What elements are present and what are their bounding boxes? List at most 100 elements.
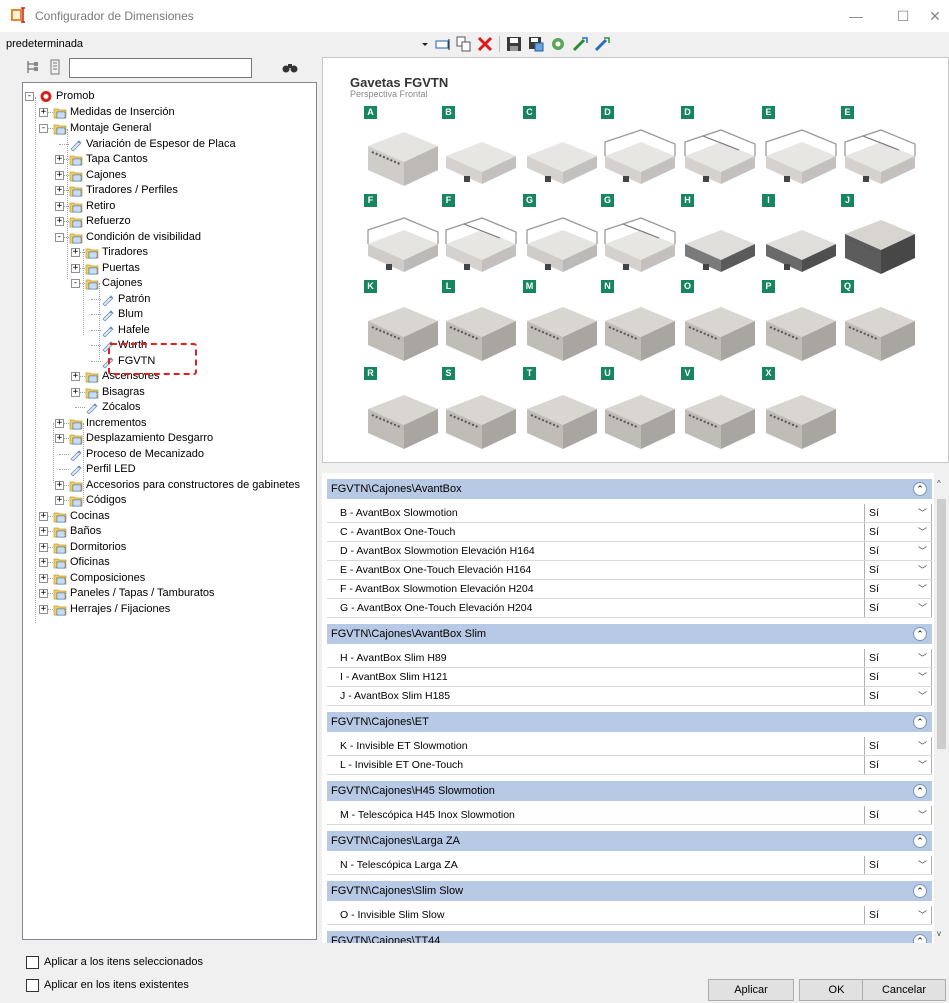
property-value-select[interactable]: Sí ﹀	[864, 737, 932, 755]
property-group-header[interactable]: FGVTN\Cajones\AvantBox Slim ⌃	[327, 624, 932, 644]
dropdown-arrow-icon[interactable]	[420, 35, 430, 53]
property-group-header[interactable]: FGVTN\Cajones\Larga ZA ⌃	[327, 831, 932, 851]
property-group-header[interactable]: FGVTN\Cajones\ET ⌃	[327, 712, 932, 732]
scrollbar-thumb[interactable]	[937, 499, 946, 749]
apply-existing-label: Aplicar en los itens existentes	[44, 979, 189, 991]
maximize-button[interactable]: ☐	[880, 0, 926, 32]
expand-node-button[interactable]: +	[39, 589, 48, 598]
property-label: H - AvantBox Slim H89	[340, 652, 447, 664]
property-value-select[interactable]: Sí ﹀	[864, 504, 932, 522]
expand-node-button[interactable]: +	[55, 481, 64, 490]
chevron-down-icon[interactable]: ﹀	[918, 737, 927, 755]
expand-node-button[interactable]: +	[39, 527, 48, 536]
properties-grid: FGVTN\Cajones\AvantBox ⌃ B - AvantBox Slow…	[322, 473, 949, 943]
drawer-tag: E	[762, 106, 775, 119]
chevron-down-icon[interactable]: ﹀	[918, 523, 927, 541]
expand-node-button[interactable]: +	[39, 512, 48, 521]
collapse-all-icon[interactable]	[26, 59, 40, 75]
expand-node-button[interactable]: +	[71, 372, 80, 381]
chevron-down-icon[interactable]: ﹀	[918, 599, 927, 617]
expand-node-button[interactable]: +	[39, 543, 48, 552]
expand-node-button[interactable]: +	[71, 388, 80, 397]
chevron-down-icon[interactable]: ﹀	[918, 856, 927, 874]
tree-search-input[interactable]	[69, 58, 252, 78]
property-value-select[interactable]: Sí ﹀	[864, 668, 932, 686]
folder-icon	[85, 388, 99, 399]
properties-scrollbar[interactable]: ^ v	[934, 473, 949, 943]
drawer-image	[685, 307, 755, 361]
expand-node-button[interactable]: +	[55, 419, 64, 428]
binoculars-icon[interactable]	[282, 59, 298, 75]
folder-icon	[53, 124, 67, 135]
property-value-select[interactable]: Sí ﹀	[864, 599, 932, 617]
chevron-down-icon[interactable]: ﹀	[918, 649, 927, 667]
chevron-down-icon[interactable]: ﹀	[918, 906, 927, 924]
property-value-select[interactable]: Sí ﹀	[864, 580, 932, 598]
settings-icon[interactable]	[549, 35, 567, 53]
property-value-select[interactable]: Sí ﹀	[864, 806, 932, 824]
expand-node-button[interactable]: +	[55, 496, 64, 505]
property-value-select[interactable]: Sí ﹀	[864, 756, 932, 774]
chevron-down-icon[interactable]: ﹀	[918, 580, 927, 598]
chevron-down-icon[interactable]: ﹀	[918, 668, 927, 686]
import-icon[interactable]	[571, 35, 589, 53]
chevron-down-icon[interactable]: ﹀	[918, 542, 927, 560]
property-group-header[interactable]: FGVTN\Cajones\AvantBox ⌃	[327, 479, 932, 499]
chevron-down-icon[interactable]: ﹀	[918, 504, 927, 522]
collapse-group-icon[interactable]: ⌃	[913, 784, 927, 798]
drawer-tag: C	[523, 106, 536, 119]
expand-all-icon[interactable]	[48, 59, 62, 75]
chevron-down-icon[interactable]: ﹀	[918, 561, 927, 579]
property-group-header[interactable]: FGVTN\Cajones\H45 Slowmotion ⌃	[327, 781, 932, 801]
save-icon[interactable]	[505, 35, 523, 53]
rename-profile-icon[interactable]	[434, 35, 452, 53]
collapse-group-icon[interactable]: ⌃	[913, 884, 927, 898]
expand-node-button[interactable]: +	[71, 248, 80, 257]
collapse-node-button[interactable]: -	[39, 124, 48, 133]
cancel-button[interactable]: Cancelar	[862, 979, 946, 1001]
expand-node-button[interactable]: +	[55, 202, 64, 211]
collapse-group-icon[interactable]: ⌃	[913, 715, 927, 729]
property-group-header[interactable]: FGVTN\Cajones\Slim Slow ⌃	[327, 881, 932, 901]
property-value-select[interactable]: Sí ﹀	[864, 561, 932, 579]
category-tree[interactable]: - Promob + Medidas de Inserción - Montaje Gen…	[22, 82, 317, 940]
collapse-group-icon[interactable]: ⌃	[913, 482, 927, 496]
property-value-select[interactable]: Sí ﹀	[864, 856, 932, 874]
collapse-node-button[interactable]: -	[25, 92, 34, 101]
property-value-select[interactable]: Sí ﹀	[864, 687, 932, 705]
collapse-group-icon[interactable]: ⌃	[913, 627, 927, 641]
collapse-node-button[interactable]: -	[55, 233, 64, 242]
save-as-icon[interactable]	[527, 35, 545, 53]
collapse-group-icon[interactable]: ⌃	[913, 834, 927, 848]
folder-icon	[69, 171, 83, 182]
expand-node-button[interactable]: +	[39, 605, 48, 614]
property-value-select[interactable]: Sí ﹀	[864, 906, 932, 924]
expand-node-button[interactable]: +	[71, 264, 80, 273]
export-icon[interactable]	[593, 35, 611, 53]
chevron-down-icon[interactable]: ﹀	[918, 756, 927, 774]
apply-selected-checkbox[interactable]	[26, 956, 39, 969]
minimize-button[interactable]: —	[833, 0, 879, 32]
chevron-down-icon[interactable]: ﹀	[918, 806, 927, 824]
property-value-select[interactable]: Sí ﹀	[864, 542, 932, 560]
apply-existing-checkbox[interactable]	[26, 979, 39, 992]
property-value-select[interactable]: Sí ﹀	[864, 523, 932, 541]
expand-node-button[interactable]: +	[39, 108, 48, 117]
property-value-select[interactable]: Sí ﹀	[864, 649, 932, 667]
expand-node-button[interactable]: +	[55, 217, 64, 226]
close-button[interactable]: ✕	[921, 0, 949, 32]
expand-node-button[interactable]: +	[39, 574, 48, 583]
chevron-down-icon[interactable]: ﹀	[918, 687, 927, 705]
expand-node-button[interactable]: +	[55, 155, 64, 164]
property-group-header[interactable]: FGVTN\Cajones\TT44 ⌃	[327, 931, 932, 943]
collapse-group-icon[interactable]: ⌃	[913, 934, 927, 943]
copy-profile-icon[interactable]	[455, 35, 473, 53]
expand-node-button[interactable]: +	[55, 171, 64, 180]
collapse-node-button[interactable]: -	[71, 279, 80, 288]
folder-icon	[85, 372, 99, 383]
delete-icon[interactable]	[476, 35, 494, 53]
expand-node-button[interactable]: +	[55, 186, 64, 195]
expand-node-button[interactable]: +	[39, 558, 48, 567]
expand-node-button[interactable]: +	[55, 434, 64, 443]
apply-button[interactable]: Aplicar	[708, 979, 794, 1001]
